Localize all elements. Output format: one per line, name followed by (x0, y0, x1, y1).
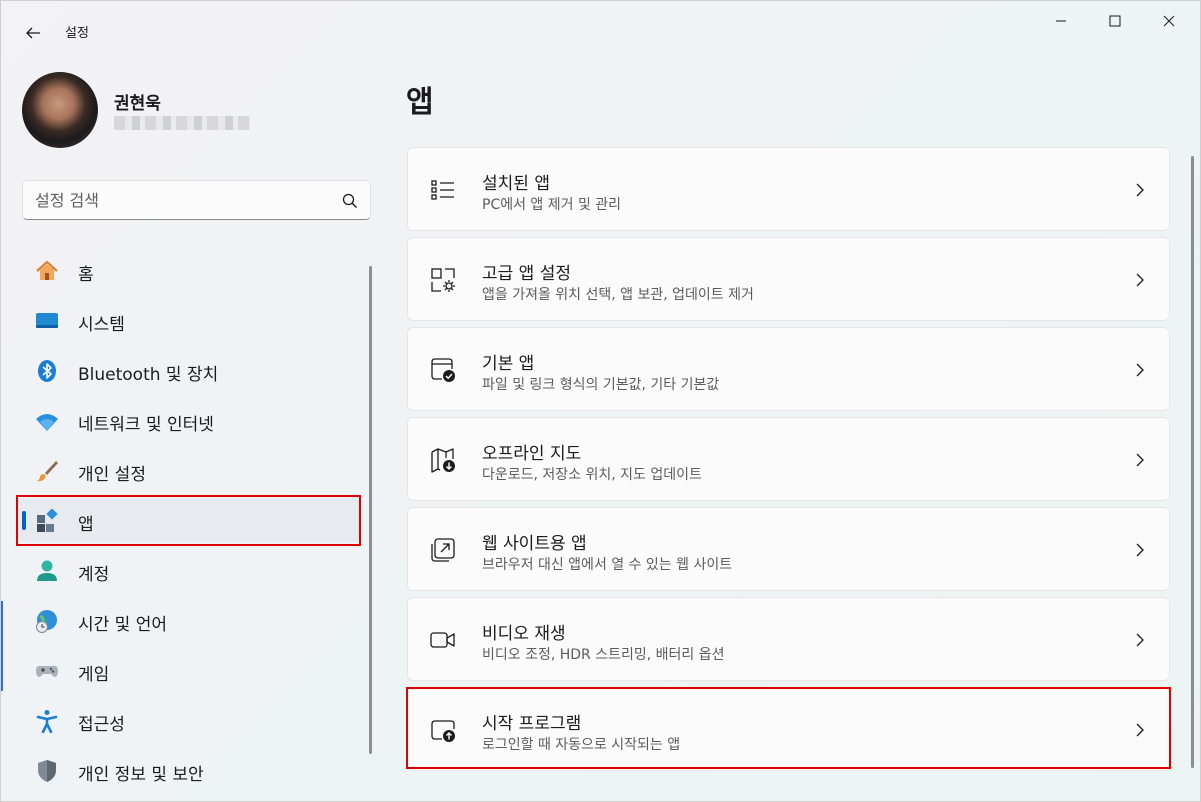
card-title: 비디오 재생 (482, 624, 566, 644)
avatar[interactable] (22, 72, 98, 148)
sidebar-item-label: 개인 정보 및 보안 (78, 765, 204, 785)
card-title: 설치된 앱 (482, 174, 550, 194)
close-button[interactable] (1146, 1, 1192, 41)
shield-icon (38, 760, 56, 782)
minimize-icon (1056, 20, 1066, 22)
card-video-playback[interactable]: 비디오 재생 비디오 조정, HDR 스트리밍, 배터리 옵션 (407, 597, 1170, 681)
settings-window: 설정 권현욱 홈 시스템 (0, 0, 1201, 802)
maximize-icon (1109, 15, 1121, 27)
chevron-right-icon (1136, 543, 1144, 557)
sidebar-item-label: 계정 (78, 565, 110, 585)
title-bar: 설정 (1, 1, 1200, 63)
default-apps-icon (431, 358, 455, 382)
card-title: 고급 앱 설정 (482, 264, 572, 284)
home-icon (36, 260, 58, 280)
bluetooth-icon (38, 360, 56, 382)
sidebar-item-accessibility[interactable]: 접근성 (19, 698, 359, 742)
window-edge-accent (1, 601, 3, 691)
sidebar-item-accounts[interactable]: 계정 (19, 548, 359, 592)
sidebar-item-label: 홈 (78, 265, 94, 285)
chevron-right-icon (1136, 633, 1144, 647)
card-offline-maps[interactable]: 오프라인 지도 다운로드, 저장소 위치, 지도 업데이트 (407, 417, 1170, 501)
card-advanced-app-settings[interactable]: 고급 앱 설정 앱을 가져올 위치 선택, 앱 보관, 업데이트 제거 (407, 237, 1170, 321)
search-box[interactable] (22, 180, 371, 220)
card-installed-apps[interactable]: 설치된 앱 PC에서 앱 제거 및 관리 (407, 147, 1170, 231)
video-icon (430, 632, 455, 648)
card-subtitle: 파일 및 링크 형식의 기본값, 기타 기본값 (482, 377, 720, 393)
app-title: 설정 (65, 26, 89, 41)
accessibility-icon (36, 710, 58, 733)
card-subtitle: 앱을 가져올 위치 선택, 앱 보관, 업데이트 제거 (482, 287, 754, 303)
sidebar-item-label: 게임 (78, 665, 110, 685)
chevron-right-icon (1136, 723, 1144, 737)
chevron-right-icon (1136, 183, 1144, 197)
sidebar-item-bluetooth[interactable]: Bluetooth 및 장치 (19, 348, 359, 392)
sidebar-item-label: 네트워크 및 인터넷 (78, 415, 214, 435)
sidebar-item-privacy-security[interactable]: 개인 정보 및 보안 (19, 748, 359, 792)
back-arrow-icon (26, 27, 40, 39)
sidebar-item-label: 접근성 (78, 715, 125, 735)
sidebar-item-label: Bluetooth 및 장치 (78, 365, 219, 385)
sidebar-item-label: 개인 설정 (78, 465, 146, 485)
open-external-icon (431, 538, 455, 562)
chevron-right-icon (1136, 273, 1144, 287)
card-subtitle: PC에서 앱 제거 및 관리 (482, 197, 622, 213)
sidebar-item-system[interactable]: 시스템 (19, 298, 359, 342)
card-subtitle: 브라우저 대신 앱에서 열 수 있는 웹 사이트 (482, 557, 733, 573)
maximize-button[interactable] (1092, 1, 1138, 41)
card-title: 시작 프로그램 (482, 714, 582, 734)
system-icon (36, 313, 58, 328)
card-apps-for-websites[interactable]: 웹 사이트용 앱 브라우저 대신 앱에서 열 수 있는 웹 사이트 (407, 507, 1170, 591)
sidebar-item-label: 앱 (78, 515, 94, 535)
globe-clock-icon (36, 610, 57, 633)
main-scrollbar[interactable] (1191, 156, 1194, 768)
brush-icon (37, 461, 58, 482)
sidebar-item-time-language[interactable]: 시간 및 언어 (19, 598, 359, 642)
back-button[interactable] (17, 17, 49, 49)
chevron-right-icon (1136, 453, 1144, 467)
chevron-right-icon (1136, 363, 1144, 377)
sidebar-item-gaming[interactable]: 게임 (19, 648, 359, 692)
search-icon[interactable] (341, 192, 359, 210)
card-title: 기본 앱 (482, 354, 535, 374)
card-title: 오프라인 지도 (482, 444, 582, 464)
apps-icon (37, 509, 58, 532)
map-download-icon (431, 448, 455, 473)
sidebar-scrollbar[interactable] (369, 266, 372, 754)
close-icon (1163, 15, 1175, 27)
account-icon (37, 560, 57, 581)
app-settings-icon (431, 268, 455, 292)
sidebar-item-label: 시간 및 언어 (78, 615, 168, 635)
card-title: 웹 사이트용 앱 (482, 534, 587, 554)
page-title: 앱 (406, 85, 434, 120)
card-startup-apps[interactable]: 시작 프로그램 로그인할 때 자동으로 시작되는 앱 (407, 687, 1170, 771)
card-subtitle: 로그인할 때 자동으로 시작되는 앱 (482, 737, 681, 753)
startup-icon (431, 720, 455, 742)
sidebar-item-home[interactable]: 홈 (19, 248, 359, 292)
sidebar-item-personalization[interactable]: 개인 설정 (19, 448, 359, 492)
profile-name: 권현욱 (114, 94, 161, 114)
profile-email-redacted (114, 116, 250, 130)
sidebar-item-apps[interactable]: 앱 (19, 498, 359, 542)
search-input[interactable] (35, 187, 335, 213)
card-subtitle: 다운로드, 저장소 위치, 지도 업데이트 (482, 467, 702, 483)
selection-indicator (22, 511, 26, 530)
sidebar-item-label: 시스템 (78, 315, 125, 335)
sidebar-item-network[interactable]: 네트워크 및 인터넷 (19, 398, 359, 442)
gamepad-icon (36, 666, 58, 677)
wifi-icon (36, 414, 58, 431)
minimize-button[interactable] (1038, 1, 1084, 41)
list-icon (431, 180, 454, 200)
card-subtitle: 비디오 조정, HDR 스트리밍, 배터리 옵션 (482, 647, 725, 663)
card-default-apps[interactable]: 기본 앱 파일 및 링크 형식의 기본값, 기타 기본값 (407, 327, 1170, 411)
